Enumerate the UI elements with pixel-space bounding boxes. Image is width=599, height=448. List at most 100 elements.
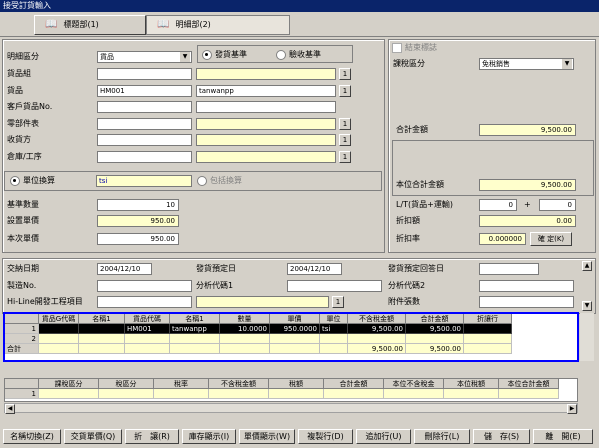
grid-header-cell[interactable]: 合計金額 — [406, 314, 464, 324]
bottom-button-4[interactable]: 單價顯示(W) — [239, 429, 295, 444]
tax-grid-header-cell[interactable]: 稅率 — [154, 379, 209, 389]
grid-cell[interactable] — [464, 324, 512, 334]
this-price-input[interactable]: 950.00 — [97, 233, 179, 245]
item-group-lookup-button[interactable]: 1 — [339, 68, 351, 80]
scroll-up-icon[interactable]: ▲ — [582, 261, 592, 271]
grid-cell[interactable] — [79, 324, 125, 334]
item-group-input[interactable] — [97, 68, 192, 80]
tax-grid-cell[interactable] — [209, 389, 269, 399]
tax-type-select[interactable]: 免稅銷售 ▼ — [479, 58, 574, 70]
parts-input[interactable] — [97, 118, 192, 130]
grid-scrollbar[interactable] — [580, 313, 594, 361]
tax-grid-hscroll[interactable]: ◀ ▶ — [4, 403, 578, 414]
tax-grid-cell[interactable] — [444, 389, 499, 399]
bottom-button-2[interactable]: 折 讓(R) — [125, 429, 179, 444]
hiline-lookup-button[interactable]: 1 — [332, 296, 344, 308]
grid-cell[interactable]: 10.0000 — [220, 324, 270, 334]
lt-goods-input[interactable]: 0 — [479, 199, 517, 211]
grid-header-cell[interactable]: 折讓行 — [464, 314, 512, 324]
bottom-button-8[interactable]: 儲 存(S) — [473, 429, 530, 444]
item-name-input[interactable]: tanwanpp — [196, 85, 336, 97]
grid-cell[interactable]: tsi — [320, 324, 348, 334]
tax-grid-header-cell[interactable]: 本位不含稅金 — [384, 379, 444, 389]
scroll-down-icon[interactable]: ▼ — [582, 301, 592, 311]
grid-cell[interactable] — [79, 334, 125, 344]
grid-header-cell[interactable]: 名稱1 — [170, 314, 220, 324]
grid-row-number[interactable]: 2 — [5, 334, 39, 344]
delivery-date-input[interactable]: 2004/12/10 — [97, 263, 152, 275]
detail-type-select[interactable]: 貨品 ▼ — [97, 51, 192, 63]
item-lookup-button[interactable]: 1 — [339, 85, 351, 97]
attach-input[interactable] — [479, 296, 574, 308]
warehouse-input[interactable] — [97, 151, 192, 163]
scroll-left-icon[interactable]: ◀ — [5, 404, 15, 414]
grid-header-cell[interactable]: 不含稅金額 — [348, 314, 406, 324]
grid-cell[interactable] — [320, 334, 348, 344]
tax-grid-header-cell[interactable]: 稅額 — [269, 379, 324, 389]
tax-grid[interactable]: 課稅區分 稅區分 稅率 不含稅金額 稅額 合計金額 本位不含稅金 本位稅額 本位合計金額 1 — [4, 378, 578, 402]
end-flag-checkbox[interactable]: 結束標誌 — [392, 42, 437, 54]
tax-grid-cell[interactable] — [384, 389, 444, 399]
unit-input[interactable]: tsi — [96, 175, 192, 187]
lower-scrollbar[interactable]: ▲ ▼ — [580, 259, 594, 313]
scroll-right-icon[interactable]: ▶ — [567, 404, 577, 414]
tax-grid-cell[interactable] — [99, 389, 154, 399]
grid-header-cell[interactable]: 單價 — [270, 314, 320, 324]
grid-cell[interactable]: 9,500.00 — [406, 324, 464, 334]
grid-cell[interactable] — [39, 324, 79, 334]
parts-lookup-button[interactable]: 1 — [339, 118, 351, 130]
tax-grid-cell[interactable] — [39, 389, 99, 399]
detail-grid[interactable]: 貨品G代碼 名稱1 貨品代碼 名稱1 數量 單價 單位 不含稅金額 合計金額 折讓行 1 HM001 t… — [3, 312, 579, 362]
receiver-lookup-button[interactable]: 1 — [339, 134, 351, 146]
grid-cell[interactable]: HM001 — [125, 324, 170, 334]
tax-grid-cell[interactable] — [499, 389, 559, 399]
base-qty-input[interactable]: 10 — [97, 199, 179, 211]
grid-cell[interactable]: tanwanpp — [170, 324, 220, 334]
tax-grid-cell[interactable] — [324, 389, 384, 399]
lt-transport-input[interactable]: 0 — [539, 199, 576, 211]
grid-cell[interactable] — [406, 334, 464, 344]
grid-cell[interactable] — [464, 334, 512, 344]
bottom-button-9[interactable]: 離 開(E) — [533, 429, 593, 444]
grid-cell[interactable] — [39, 334, 79, 344]
bottom-button-0[interactable]: 名稱切換(Z) — [3, 429, 61, 444]
bottom-button-7[interactable]: 刪除行(L) — [414, 429, 470, 444]
grid-cell[interactable]: 950.0000 — [270, 324, 320, 334]
grid-header-cell[interactable]: 數量 — [220, 314, 270, 324]
tax-grid-header-cell[interactable]: 本位合計金額 — [499, 379, 559, 389]
tax-grid-cell[interactable] — [269, 389, 324, 399]
chevron-down-icon[interactable]: ▼ — [180, 52, 190, 62]
item-code-input[interactable]: HM001 — [97, 85, 192, 97]
tax-grid-header-cell[interactable]: 本位稅額 — [444, 379, 499, 389]
chevron-down-icon[interactable]: ▼ — [562, 59, 572, 69]
hiline-input[interactable] — [97, 296, 192, 308]
bottom-button-1[interactable]: 交貨單價(Q) — [64, 429, 122, 444]
grid-cell[interactable] — [270, 334, 320, 344]
tab-header[interactable]: 📖 標題部(1) — [34, 15, 146, 35]
radio-check-basis[interactable]: 驗收基準 — [276, 49, 321, 61]
warehouse-lookup-button[interactable]: 1 — [339, 151, 351, 163]
grid-row-number[interactable]: 1 — [5, 324, 39, 334]
confirm-button[interactable]: 確 定(K) — [530, 232, 572, 246]
grid-cell[interactable] — [348, 334, 406, 344]
bottom-button-6[interactable]: 追加行(U) — [356, 429, 411, 444]
grid-header-cell[interactable]: 名稱1 — [79, 314, 125, 324]
pack-conv-radio[interactable]: 包括換算 — [197, 175, 242, 187]
tax-grid-cell[interactable] — [154, 389, 209, 399]
customer-item-input[interactable] — [97, 101, 192, 113]
tax-grid-header-cell[interactable]: 合計金額 — [324, 379, 384, 389]
ship-plan-input[interactable]: 2004/12/10 — [287, 263, 342, 275]
grid-cell[interactable] — [125, 334, 170, 344]
grid-cell[interactable]: 9,500.00 — [348, 324, 406, 334]
radio-ship-basis[interactable]: 發貨基準 — [202, 49, 247, 61]
tax-grid-header-cell[interactable]: 課稅區分 — [39, 379, 99, 389]
grid-cell[interactable] — [220, 334, 270, 344]
receiver-input[interactable] — [97, 134, 192, 146]
mfg-no-input[interactable] — [97, 280, 192, 292]
unit-conv-radio[interactable]: 單位換算 — [10, 175, 55, 187]
tax-grid-row-number[interactable]: 1 — [5, 389, 39, 399]
grid-cell[interactable] — [170, 334, 220, 344]
tab-detail[interactable]: 📖 明細部(2) — [146, 15, 290, 35]
bottom-button-3[interactable]: 庫存顯示(I) — [182, 429, 236, 444]
tax-grid-header-cell[interactable]: 不含稅金額 — [209, 379, 269, 389]
